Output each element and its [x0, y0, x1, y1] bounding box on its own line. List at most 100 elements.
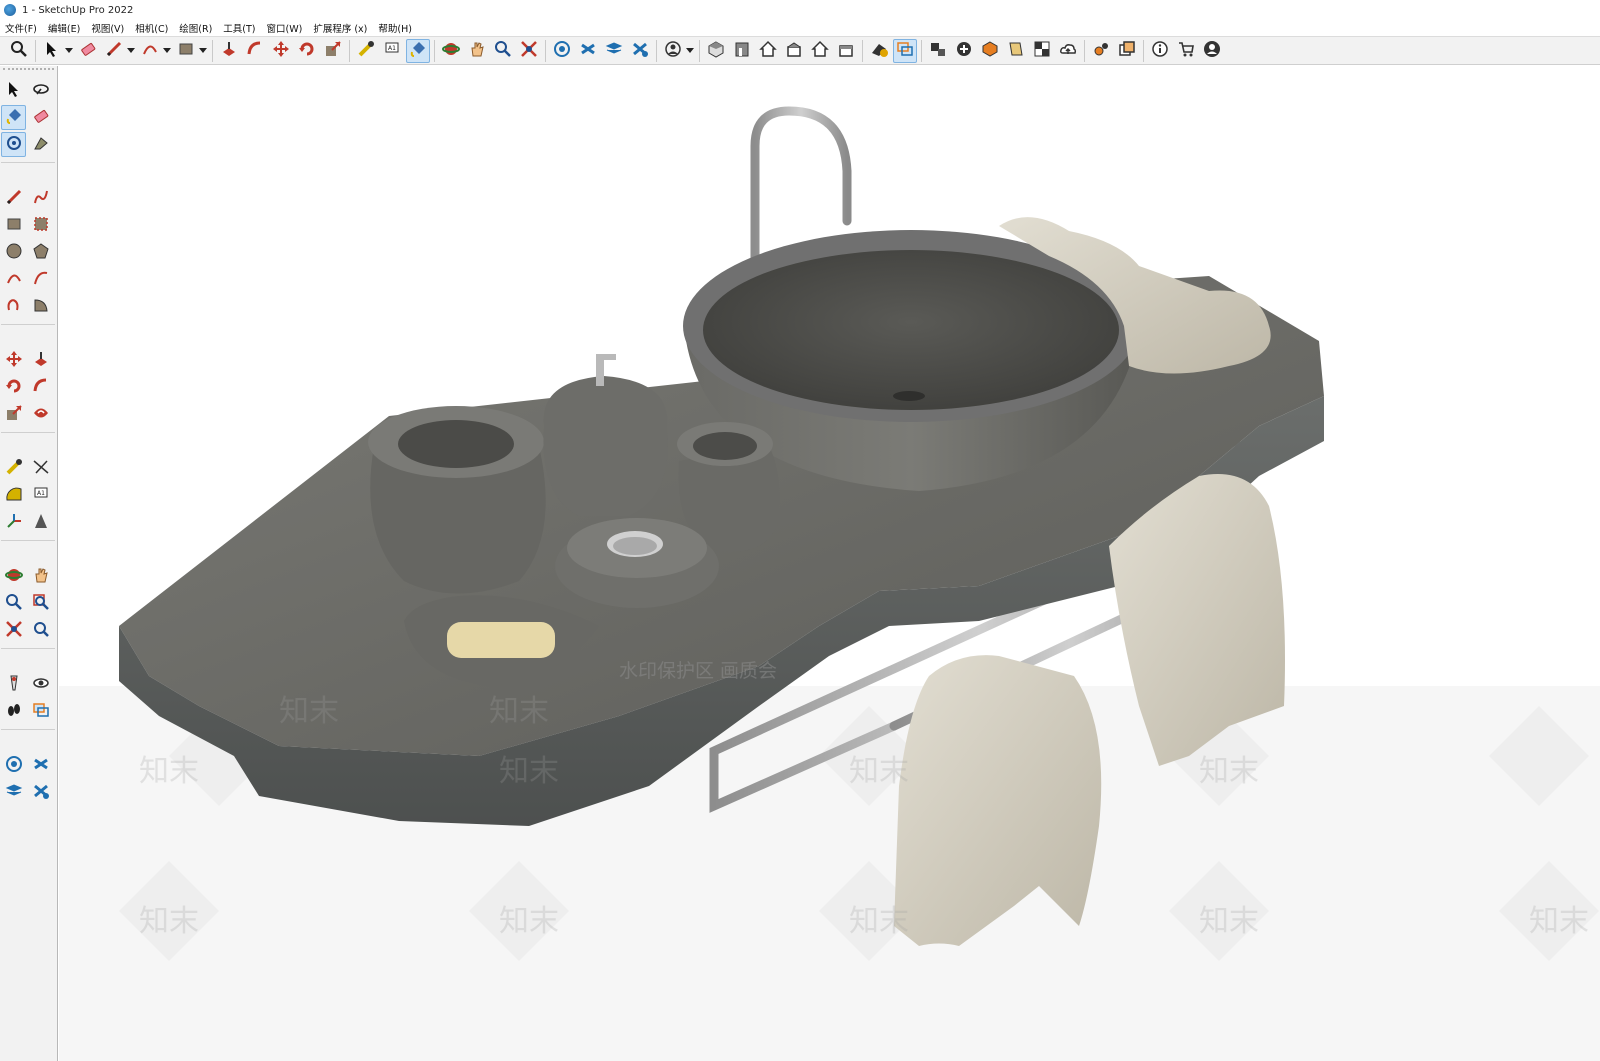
paint-bucket-tool[interactable]	[1, 105, 26, 130]
three-point-arc-tool[interactable]	[1, 294, 26, 319]
follow-me-button[interactable]	[243, 39, 267, 63]
warehouse-tool[interactable]	[1, 753, 26, 778]
window-button[interactable]	[1115, 39, 1139, 63]
pencil-line-tool[interactable]	[1, 186, 26, 211]
arc-tool[interactable]	[1, 267, 26, 292]
push-pull-button[interactable]	[217, 39, 241, 63]
previous-view-tool[interactable]	[28, 618, 53, 643]
rotated-rectangle-tool[interactable]	[28, 213, 53, 238]
right-view-button[interactable]	[782, 39, 806, 63]
layout-tool[interactable]	[1, 780, 26, 805]
look-around-tool[interactable]	[28, 672, 53, 697]
extension-manager-tool[interactable]	[28, 780, 53, 805]
iso-view-button[interactable]	[704, 39, 728, 63]
warehouse-button[interactable]	[550, 39, 574, 63]
dimension-tool[interactable]	[28, 456, 53, 481]
extension-manager-button[interactable]	[628, 39, 652, 63]
axes-tool[interactable]	[1, 510, 26, 535]
settings-gear-button[interactable]	[1089, 39, 1113, 63]
xray-button[interactable]	[867, 39, 891, 63]
info-button[interactable]	[1148, 39, 1172, 63]
account-button[interactable]	[661, 39, 685, 63]
scale-button[interactable]	[321, 39, 345, 63]
two-point-arc-tool[interactable]	[28, 267, 53, 292]
tape-measure-tool[interactable]	[1, 456, 26, 481]
move-button[interactable]	[269, 39, 293, 63]
protractor-tool[interactable]	[1, 483, 26, 508]
user-button[interactable]	[1200, 39, 1224, 63]
eraser-button[interactable]	[76, 39, 100, 63]
cloud-upload-button[interactable]	[1056, 39, 1080, 63]
chevron-down-icon[interactable]	[686, 39, 694, 63]
eraser-tool[interactable]	[28, 105, 53, 130]
move-tool[interactable]	[1, 348, 26, 373]
pan-tool[interactable]	[28, 564, 53, 589]
orbit-button[interactable]	[439, 39, 463, 63]
menu-item[interactable]: 扩展程序 (x)	[313, 21, 367, 35]
text-label-tool[interactable]: A1	[28, 483, 53, 508]
scale-tool[interactable]	[1, 402, 26, 427]
rotate-button[interactable]	[295, 39, 319, 63]
zoom-search-button[interactable]	[7, 39, 31, 63]
rotate-tool[interactable]	[1, 375, 26, 400]
menu-item[interactable]: 相机(C)	[135, 21, 168, 35]
terrain-button[interactable]	[978, 39, 1002, 63]
model-viewport[interactable]: 水印保护区 画质会 知末 知末 知末 知末 知末 知末 知末 知末 知末 知末 …	[59, 66, 1600, 1061]
front-view-button[interactable]	[730, 39, 754, 63]
menu-item[interactable]: 工具(T)	[223, 21, 255, 35]
photo-texture-button[interactable]	[1004, 39, 1028, 63]
add-location-button[interactable]	[952, 39, 976, 63]
zoom-extents-tool[interactable]	[1, 618, 26, 643]
layout-button[interactable]	[602, 39, 626, 63]
component-tool[interactable]	[1, 132, 26, 157]
tag-tool[interactable]	[28, 132, 53, 157]
section-display-button[interactable]	[926, 39, 950, 63]
zoom-button[interactable]	[491, 39, 515, 63]
extension-warehouse-button[interactable]	[576, 39, 600, 63]
chevron-down-icon[interactable]	[199, 39, 207, 63]
position-camera-tool[interactable]	[1, 672, 26, 697]
text-label-button[interactable]: A1	[380, 39, 404, 63]
pie-tool[interactable]	[28, 294, 53, 319]
back-view-button[interactable]	[808, 39, 832, 63]
pan-button[interactable]	[465, 39, 489, 63]
extension-warehouse-tool[interactable]	[28, 753, 53, 778]
circle-tool[interactable]	[1, 240, 26, 265]
rectangle-tool[interactable]	[1, 213, 26, 238]
left-view-button[interactable]	[834, 39, 858, 63]
select-arrow-tool[interactable]	[1, 78, 26, 103]
menu-item[interactable]: 帮助(H)	[378, 21, 412, 35]
chevron-down-icon[interactable]	[163, 39, 171, 63]
push-pull-tool[interactable]	[28, 348, 53, 373]
tape-measure-button[interactable]	[354, 39, 378, 63]
zoom-tool[interactable]	[1, 591, 26, 616]
3d-text-tool[interactable]	[28, 510, 53, 535]
zoom-window-tool[interactable]	[28, 591, 53, 616]
orbit-lasso-tool[interactable]	[28, 78, 53, 103]
pencil-line-button[interactable]	[102, 39, 126, 63]
polygon-tool[interactable]	[28, 240, 53, 265]
freehand-tool[interactable]	[28, 186, 53, 211]
chevron-down-icon[interactable]	[127, 39, 135, 63]
checker-button[interactable]	[1030, 39, 1054, 63]
arc-button[interactable]	[138, 39, 162, 63]
chevron-down-icon[interactable]	[65, 39, 73, 63]
top-view-button[interactable]	[756, 39, 780, 63]
orbit-tool[interactable]	[1, 564, 26, 589]
rectangle-button[interactable]	[174, 39, 198, 63]
section-plane-button[interactable]	[893, 38, 917, 63]
menu-item[interactable]: 编辑(E)	[48, 21, 80, 35]
menu-item[interactable]: 视图(V)	[91, 21, 124, 35]
paint-bucket-button[interactable]	[406, 38, 430, 63]
palette-grip[interactable]	[3, 68, 54, 74]
menu-item[interactable]: 绘图(R)	[179, 21, 212, 35]
menu-item[interactable]: 文件(F)	[5, 21, 37, 35]
offset-tool[interactable]	[28, 402, 53, 427]
section-plane-tool[interactable]	[28, 699, 53, 724]
select-arrow-button[interactable]	[40, 39, 64, 63]
follow-me-tool[interactable]	[28, 375, 53, 400]
menu-item[interactable]: 窗口(W)	[267, 21, 303, 35]
walk-tool[interactable]	[1, 699, 26, 724]
zoom-extents-button[interactable]	[517, 39, 541, 63]
cart-button[interactable]	[1174, 39, 1198, 63]
